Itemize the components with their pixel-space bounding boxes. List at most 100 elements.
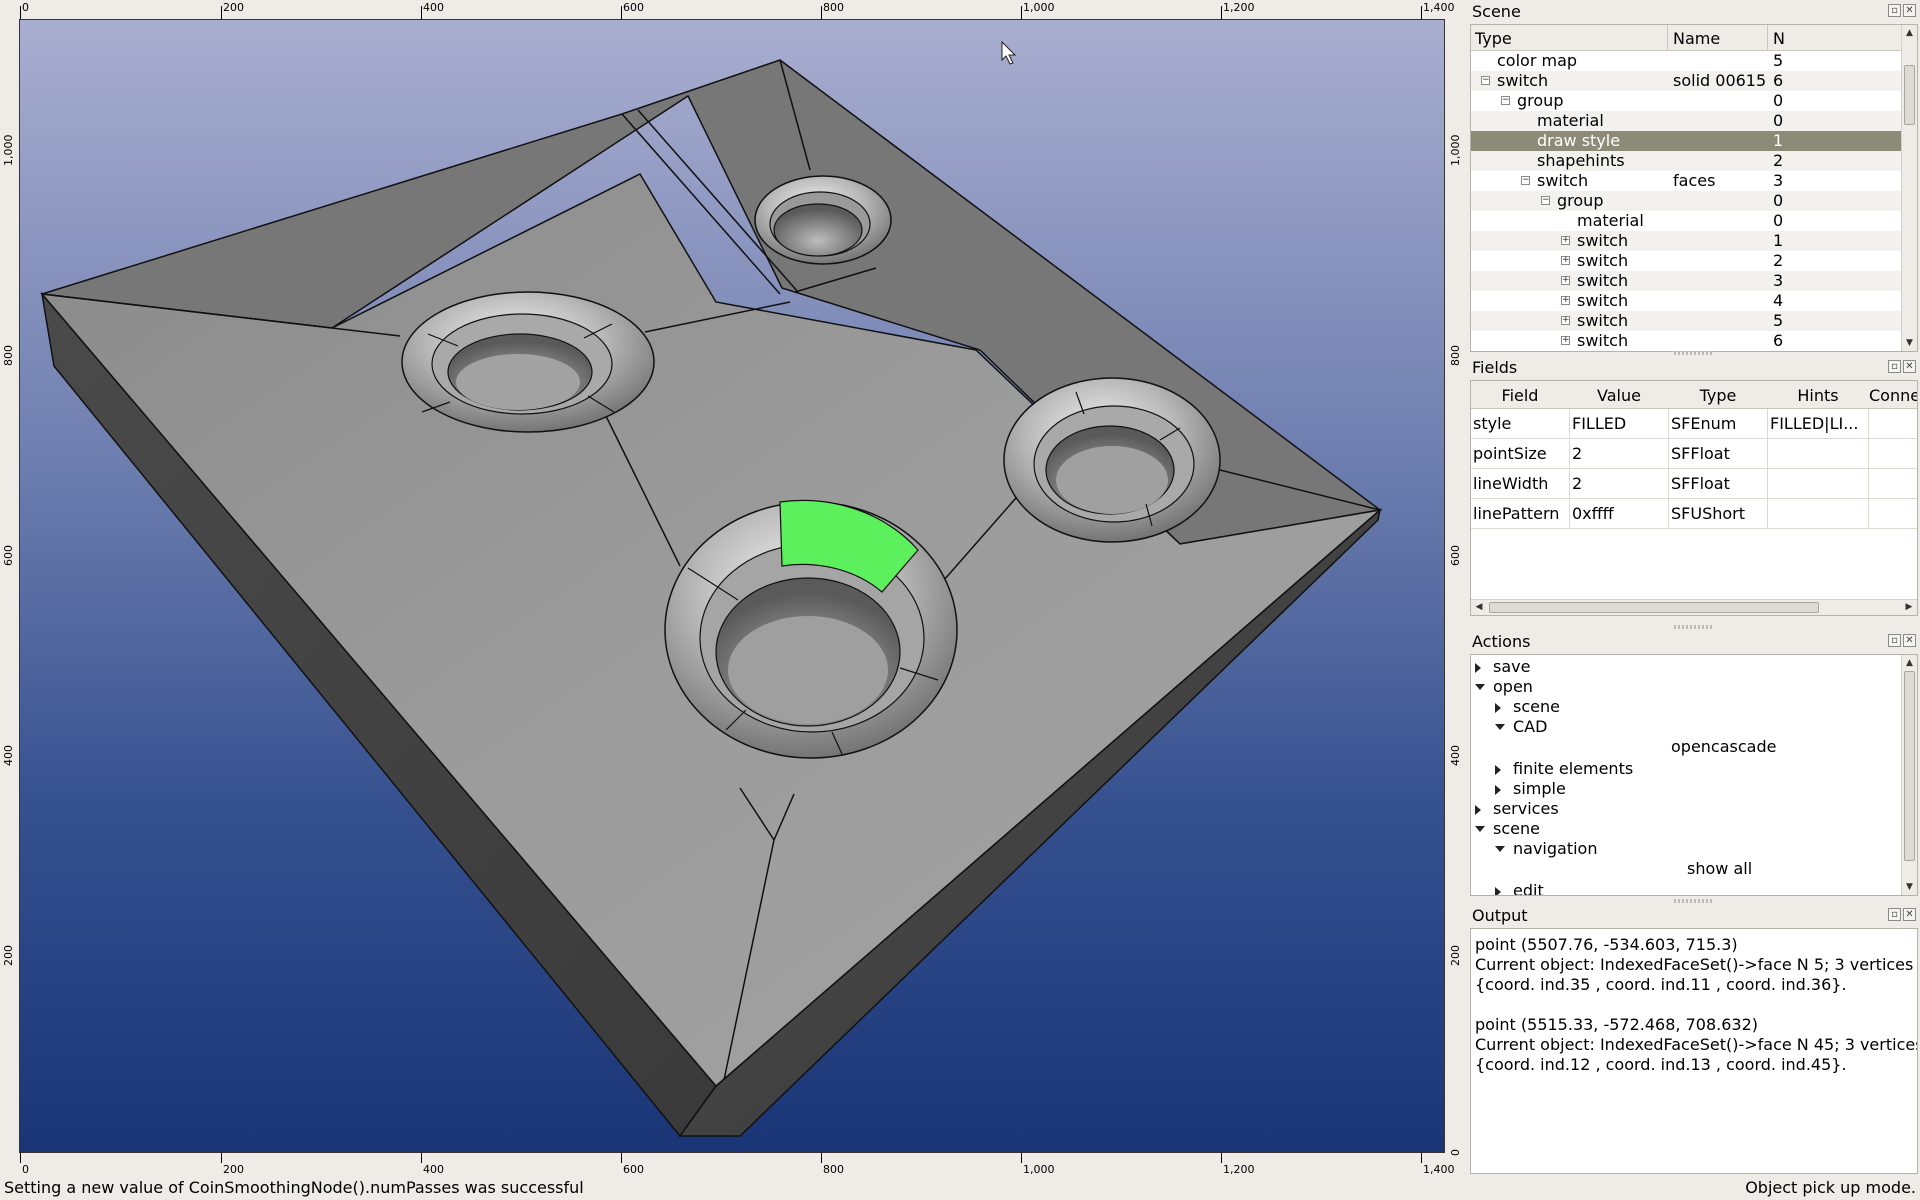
expand-icon[interactable]: +	[1561, 276, 1570, 285]
fields-table[interactable]: Field Value Type Hints Conne style FILLED…	[1470, 380, 1918, 616]
collapse-icon[interactable]: −	[1481, 76, 1490, 85]
expand-arrow-icon[interactable]	[1475, 663, 1481, 673]
ruler-tick	[821, 6, 822, 19]
close-icon[interactable]: ✕	[1903, 634, 1916, 647]
scene-tree-row[interactable]: + switch 4	[1471, 291, 1901, 311]
expand-icon[interactable]: +	[1561, 336, 1570, 345]
fields-hscrollbar[interactable]: ◀ ▶	[1471, 599, 1917, 615]
expand-icon[interactable]: +	[1561, 296, 1570, 305]
header-value[interactable]: Value	[1570, 386, 1668, 405]
field-value[interactable]: 2	[1572, 469, 1666, 499]
field-value[interactable]: 0xffff	[1572, 499, 1666, 529]
scene-tree-row[interactable]: − group 0	[1471, 91, 1901, 111]
cad-model[interactable]	[20, 20, 1444, 1152]
actions-scrollbar[interactable]: ▲ ▼	[1901, 655, 1917, 895]
fields-row[interactable]: pointSize 2 SFFloat	[1471, 439, 1917, 469]
ruler-tick	[1221, 1153, 1222, 1163]
collapse-icon[interactable]: −	[1501, 96, 1510, 105]
field-name: linePattern	[1473, 504, 1560, 523]
expand-arrow-icon[interactable]	[1495, 785, 1501, 795]
scene-tree-row[interactable]: − switch solid 00615 6	[1471, 71, 1901, 91]
column-separator	[1767, 409, 1768, 529]
expand-icon[interactable]: +	[1561, 236, 1570, 245]
fields-row[interactable]: linePattern 0xffff SFUShort	[1471, 499, 1917, 529]
node-index: 3	[1773, 171, 1784, 190]
close-icon[interactable]: ✕	[1903, 360, 1916, 373]
expand-icon[interactable]: +	[1561, 316, 1570, 325]
actions-tree[interactable]: save open scene CAD opencascade finite elemen…	[1470, 654, 1918, 896]
header-hints[interactable]: Hints	[1768, 386, 1868, 405]
scroll-thumb[interactable]	[1904, 671, 1915, 861]
node-type: switch	[1497, 71, 1549, 90]
scroll-left-icon[interactable]: ◀	[1473, 602, 1485, 613]
node-index: 0	[1773, 91, 1784, 110]
countersunk-hole-front[interactable]	[664, 499, 958, 759]
ruler-left-label: 200	[2, 945, 15, 966]
expand-arrow-icon[interactable]	[1495, 887, 1501, 895]
header-connections[interactable]: Conne	[1869, 386, 1917, 405]
ruler-top-label: 800	[823, 1, 844, 14]
scroll-up-icon[interactable]: ▲	[1904, 657, 1915, 669]
status-mode: Object pick up mode.	[1745, 1178, 1916, 1197]
scene-tree-row[interactable]: draw style 1	[1471, 131, 1901, 151]
scene-scrollbar[interactable]: ▲ ▼	[1901, 25, 1917, 351]
scene-tree-row[interactable]: + switch 1	[1471, 231, 1901, 251]
ruler-bottom-label: 1,200	[1223, 1163, 1255, 1176]
scene-tree-row[interactable]: − switch faces 3	[1471, 171, 1901, 191]
scroll-thumb[interactable]	[1904, 65, 1915, 125]
ruler-tick	[621, 6, 622, 19]
header-field[interactable]: Field	[1471, 386, 1569, 405]
output-console[interactable]: point (5507.76, -534.603, 715.3) Current …	[1470, 928, 1918, 1174]
scene-tree-row[interactable]: − group 0	[1471, 191, 1901, 211]
collapse-arrow-icon[interactable]	[1475, 826, 1485, 832]
scroll-down-icon[interactable]: ▼	[1904, 881, 1915, 893]
fields-row[interactable]: lineWidth 2 SFFloat	[1471, 469, 1917, 499]
fields-panel-title: Fields	[1472, 358, 1518, 377]
splitter-handle[interactable]	[1674, 625, 1714, 629]
expand-arrow-icon[interactable]	[1495, 703, 1501, 713]
collapse-arrow-icon[interactable]	[1495, 846, 1505, 852]
scene-tree-row[interactable]: + switch 6	[1471, 331, 1901, 351]
scene-tree[interactable]: Type Name N color map 5− switch solid 00615…	[1470, 24, 1918, 352]
float-icon[interactable]: ▫	[1888, 4, 1901, 17]
3d-viewport[interactable]	[20, 20, 1444, 1152]
header-type[interactable]: Type	[1475, 29, 1512, 48]
collapse-icon[interactable]: −	[1541, 196, 1550, 205]
float-icon[interactable]: ▫	[1888, 360, 1901, 373]
header-type[interactable]: Type	[1669, 386, 1767, 405]
scroll-down-icon[interactable]: ▼	[1904, 337, 1915, 349]
field-value[interactable]: 2	[1572, 439, 1666, 469]
field-type: SFFloat	[1671, 474, 1730, 493]
expand-arrow-icon[interactable]	[1475, 805, 1481, 815]
node-index: 5	[1773, 51, 1784, 70]
expand-icon[interactable]: +	[1561, 256, 1570, 265]
collapse-icon[interactable]: −	[1521, 176, 1530, 185]
header-name[interactable]: Name	[1673, 29, 1720, 48]
float-icon[interactable]: ▫	[1888, 634, 1901, 647]
close-icon[interactable]: ✕	[1903, 908, 1916, 921]
scroll-up-icon[interactable]: ▲	[1904, 27, 1915, 39]
countersunk-hole-back	[754, 175, 892, 265]
splitter-handle[interactable]	[1674, 899, 1714, 903]
scene-tree-row[interactable]: + switch 3	[1471, 271, 1901, 291]
collapse-arrow-icon[interactable]	[1495, 724, 1505, 730]
scene-tree-row[interactable]: shapehints 2	[1471, 151, 1901, 171]
header-n[interactable]: N	[1773, 29, 1785, 48]
scroll-thumb[interactable]	[1489, 602, 1819, 613]
float-icon[interactable]: ▫	[1888, 908, 1901, 921]
expand-arrow-icon[interactable]	[1495, 765, 1501, 775]
node-type: color map	[1497, 51, 1578, 70]
ruler-top-label: 1,200	[1223, 1, 1255, 14]
scene-tree-row[interactable]: + switch 5	[1471, 311, 1901, 331]
scene-tree-row[interactable]: material 0	[1471, 111, 1901, 131]
scroll-right-icon[interactable]: ▶	[1903, 602, 1915, 613]
collapse-arrow-icon[interactable]	[1475, 684, 1485, 690]
scene-tree-row[interactable]: color map 5	[1471, 51, 1901, 71]
ruler-top-label: 200	[223, 1, 244, 14]
close-icon[interactable]: ✕	[1903, 4, 1916, 17]
splitter-handle[interactable]	[1674, 351, 1714, 355]
scene-tree-row[interactable]: + switch 2	[1471, 251, 1901, 271]
fields-row[interactable]: style FILLED SFEnum FILLED|LI...	[1471, 409, 1917, 439]
field-value[interactable]: FILLED	[1572, 409, 1666, 439]
scene-tree-row[interactable]: material 0	[1471, 211, 1901, 231]
